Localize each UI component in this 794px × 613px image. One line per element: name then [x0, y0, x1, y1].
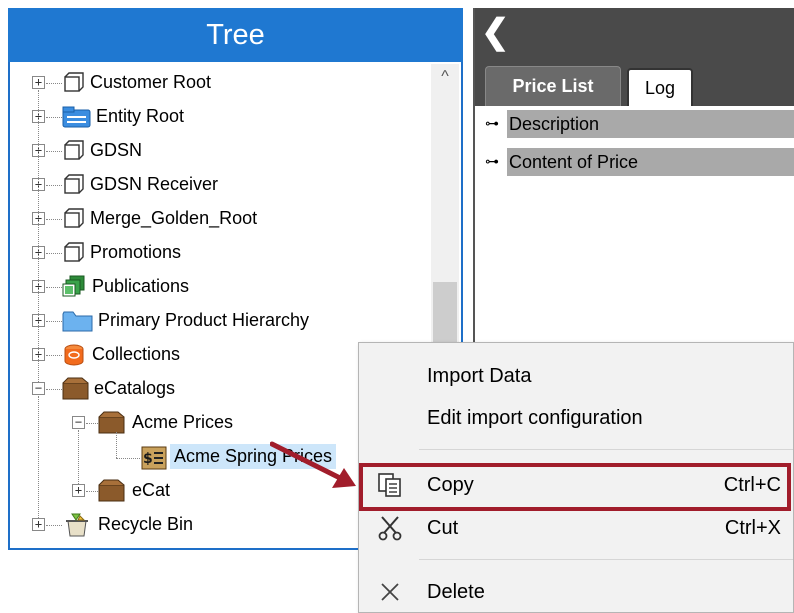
annotation-arrow-icon [270, 441, 356, 488]
tree-item-publications[interactable]: Publications [92, 276, 189, 297]
tree-item-collections[interactable]: Collections [92, 344, 180, 365]
publications-icon [62, 275, 85, 297]
attribute-content-of-price[interactable]: Content of Price [507, 148, 794, 176]
object-icon [64, 72, 84, 92]
detail-header: ❮ [475, 8, 794, 58]
object-icon [64, 208, 84, 228]
blue-folder-icon [62, 311, 93, 332]
tab-log[interactable]: Log [627, 68, 693, 106]
menu-label: Import Data [427, 365, 532, 387]
collapse-toggle[interactable]: − [72, 416, 85, 429]
tree-item-acme-prices[interactable]: Acme Prices [132, 412, 233, 433]
context-menu: Import Data Edit import configuration Co… [358, 342, 794, 613]
expand-toggle[interactable]: + [72, 484, 85, 497]
menu-item-edit-import-configuration[interactable]: Edit import configuration [359, 397, 793, 439]
tree-item-merge-golden-root[interactable]: Merge_Golden_Root [90, 208, 257, 229]
key-icon: ⊶ [485, 116, 499, 132]
delete-x-icon [381, 583, 399, 601]
detail-panel: ❮ Price List Log ⊶ Description ⊶ Content… [473, 8, 794, 348]
menu-item-import-data[interactable]: Import Data [359, 355, 793, 397]
copy-highlight-box [359, 463, 791, 511]
attribute-description[interactable]: Description [507, 110, 794, 138]
menu-item-cut[interactable]: Cut Ctrl+X [359, 507, 793, 549]
object-icon [64, 140, 84, 160]
tree-item-entity-root[interactable]: Entity Root [96, 106, 184, 127]
tree-item-promotions[interactable]: Promotions [90, 242, 181, 263]
tab-price-list[interactable]: Price List [485, 66, 621, 106]
menu-item-delete[interactable]: Delete [359, 571, 793, 613]
menu-shortcut: Ctrl+X [724, 517, 781, 539]
price-list-icon: $ [141, 446, 167, 470]
collections-icon [64, 344, 84, 366]
attribute-row[interactable]: ⊶ Content of Price [485, 148, 794, 176]
menu-label: Cut [427, 517, 459, 539]
scissors-icon [378, 516, 402, 541]
key-icon: ⊶ [485, 154, 499, 170]
tree-item-ecatalogs[interactable]: eCatalogs [94, 378, 175, 399]
attribute-row[interactable]: ⊶ Description [485, 110, 794, 138]
tree-item-primary-product-hierarchy[interactable]: Primary Product Hierarchy [98, 310, 309, 331]
object-icon [64, 242, 84, 262]
tree-item-ecat[interactable]: eCat [132, 480, 170, 501]
recycle-bin-icon [66, 513, 88, 537]
catalog-box-icon [98, 479, 125, 502]
menu-label: Delete [427, 581, 485, 603]
tree-item-gdsn[interactable]: GDSN [90, 140, 142, 161]
tab-strip: Price List Log [475, 58, 794, 106]
tree-item-recycle-bin[interactable]: Recycle Bin [98, 514, 193, 535]
tree-item-customer-root[interactable]: Customer Root [90, 72, 211, 93]
menu-label: Edit import configuration [427, 407, 643, 429]
object-icon [64, 174, 84, 194]
catalog-box-icon [98, 411, 125, 434]
collapse-toggle[interactable]: − [32, 382, 45, 395]
scroll-up-arrow-icon[interactable]: ^ [431, 68, 459, 86]
tree-item-gdsn-receiver[interactable]: GDSN Receiver [90, 174, 218, 195]
expand-toggle[interactable]: + [32, 518, 45, 531]
tree-title: Tree [8, 8, 463, 62]
expand-toggle[interactable]: + [32, 76, 45, 89]
catalog-box-icon [62, 377, 89, 400]
back-chevron-icon[interactable]: ❮ [481, 14, 510, 50]
entity-folder-icon [62, 106, 91, 128]
svg-text:$: $ [143, 451, 153, 467]
